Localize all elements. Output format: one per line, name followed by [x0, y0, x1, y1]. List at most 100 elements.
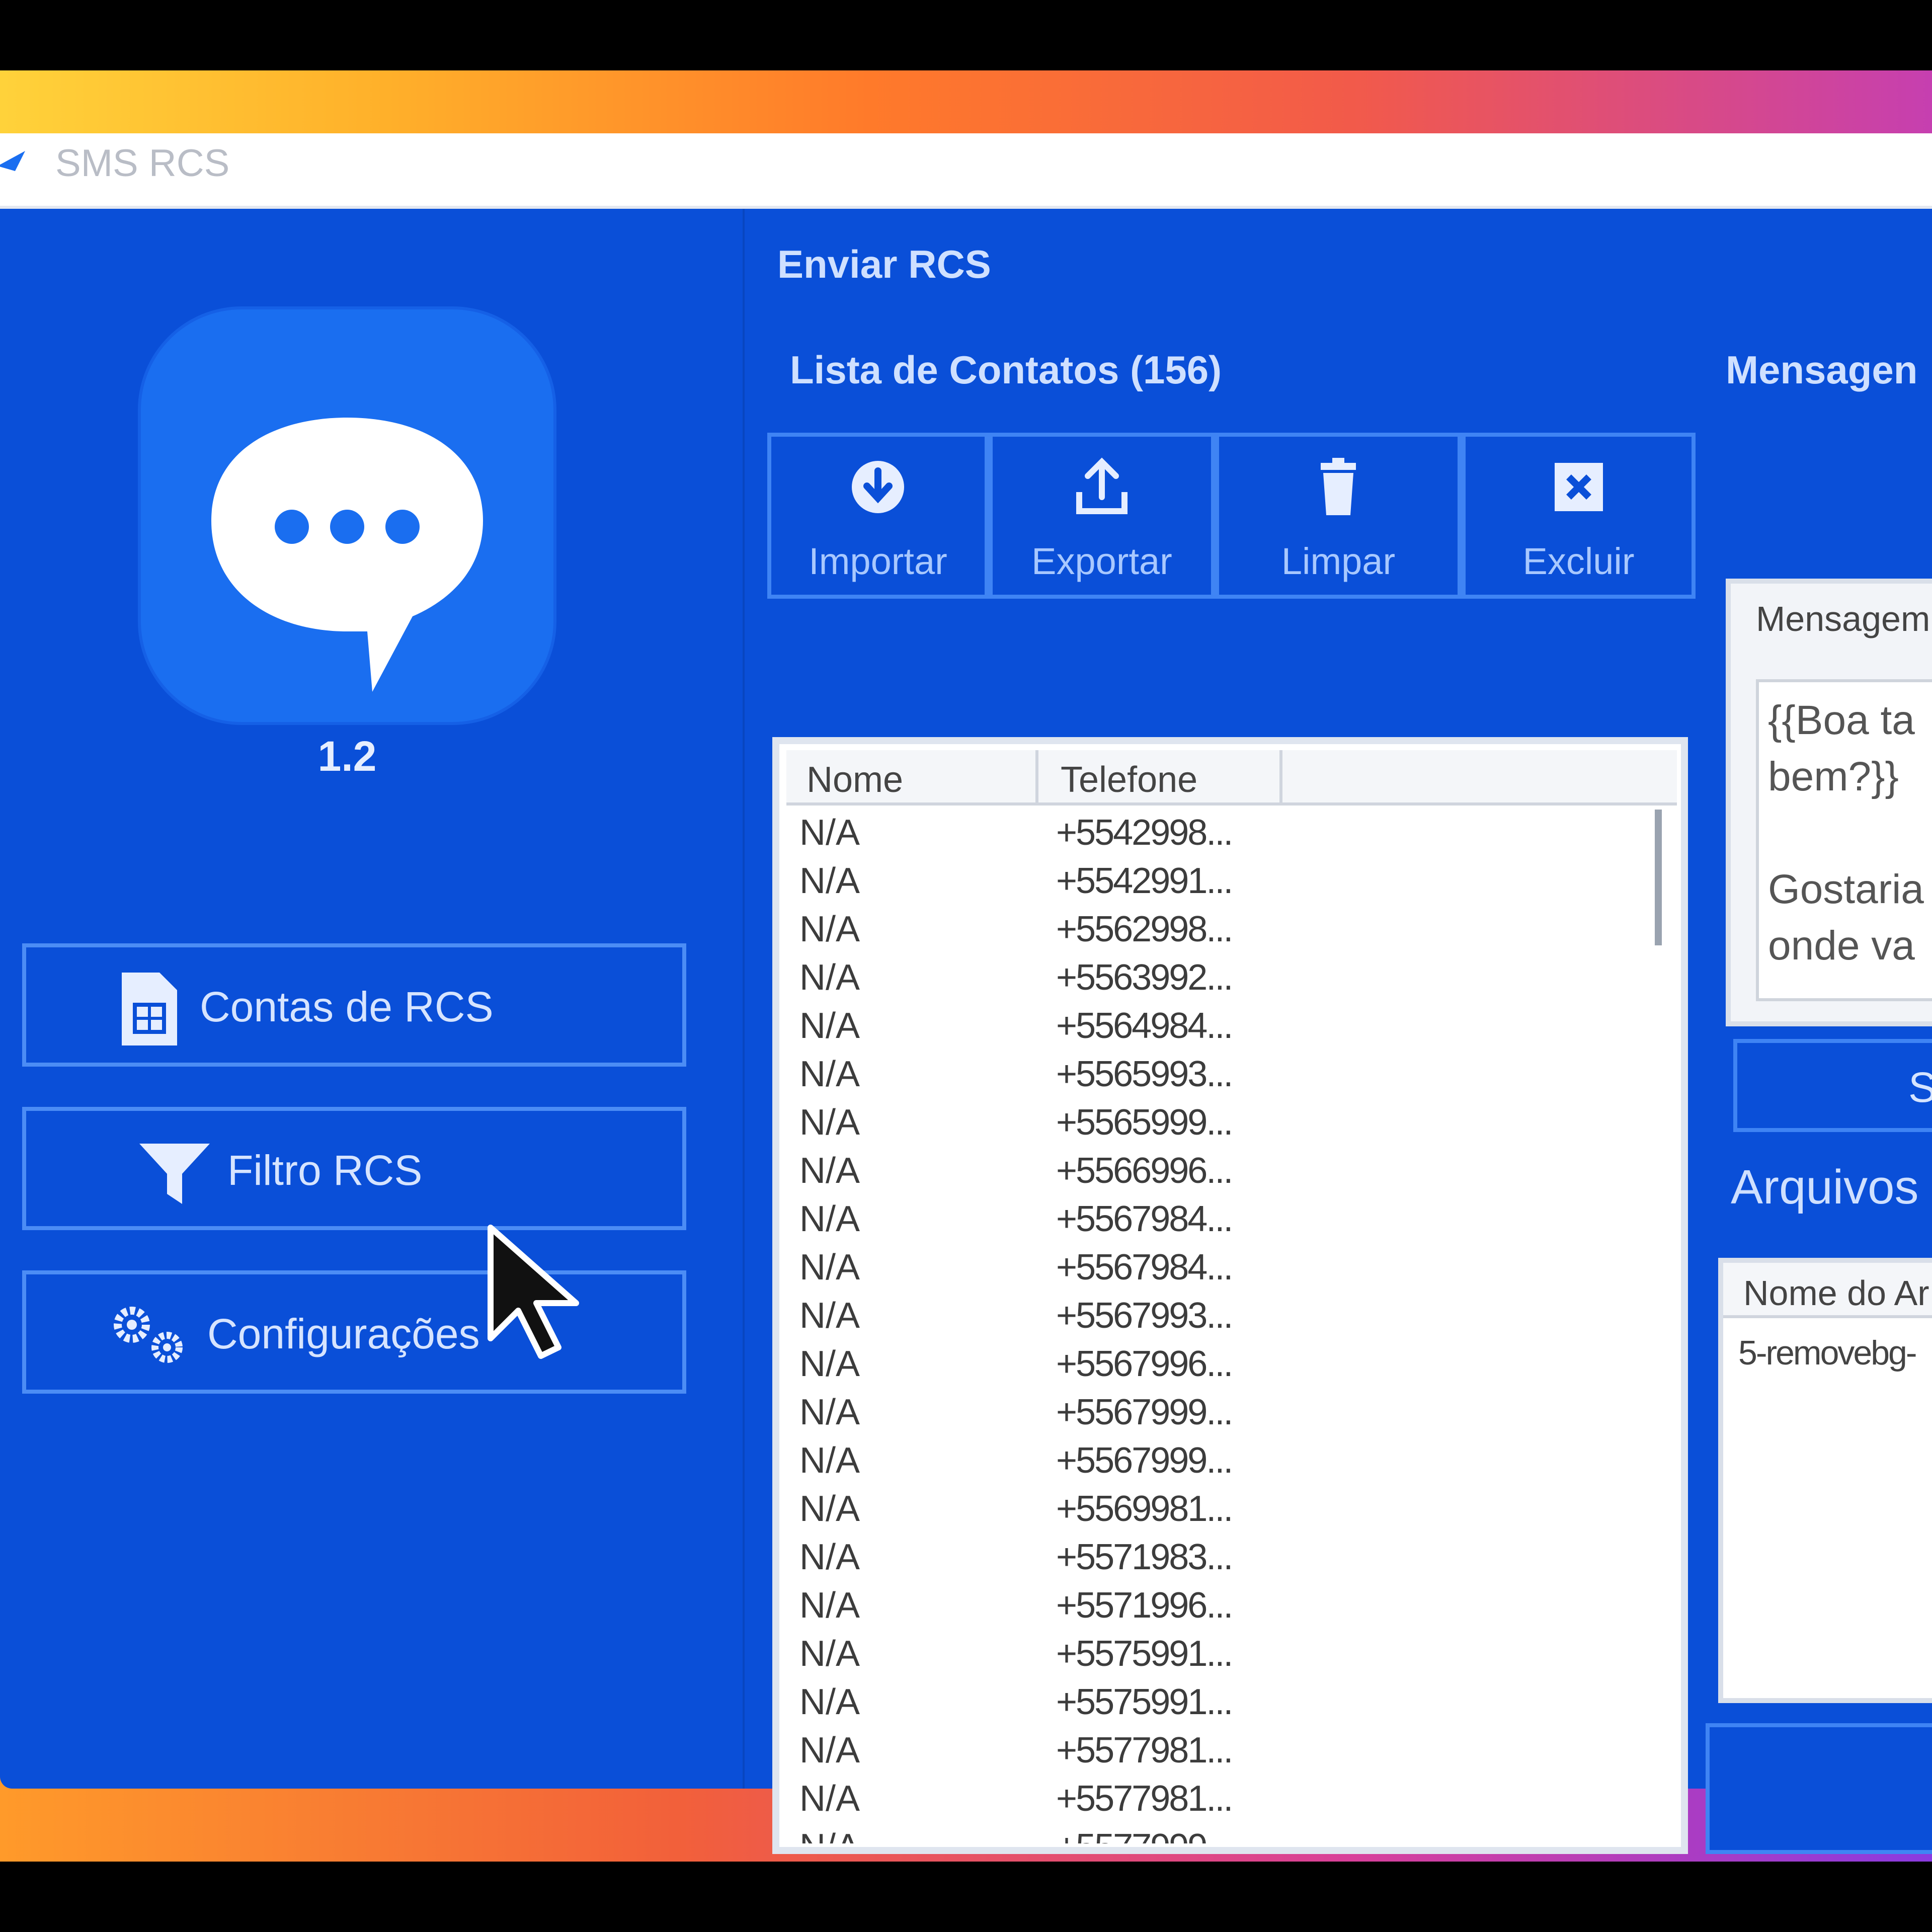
table-row[interactable]: N/A +5565999...	[779, 1102, 1635, 1150]
export-label: Exportar	[1031, 540, 1172, 582]
cell-nome: N/A	[799, 1730, 860, 1770]
cell-telefone: +5571996...	[1056, 1585, 1233, 1626]
mouse-pointer-icon	[488, 1225, 579, 1359]
cell-nome: N/A	[799, 1344, 860, 1384]
table-header: Nome Telefone	[786, 750, 1677, 806]
table-row[interactable]: N/A +5565993...	[779, 1054, 1635, 1102]
table-row[interactable]: N/A +5542998...	[779, 812, 1635, 860]
column-header-telefone[interactable]: Telefone	[1061, 759, 1197, 800]
table-row[interactable]: N/A +5575991...	[779, 1633, 1635, 1681]
app-window: SMS RCS 1.2 Contas de RCS Filtro RCS Con…	[0, 133, 1932, 1854]
clear-label: Limpar	[1281, 540, 1396, 582]
column-divider	[1035, 750, 1038, 806]
vertical-scrollbar[interactable]	[1655, 810, 1662, 945]
contacts-table[interactable]: Nome Telefone N/A +5542998... N/A +5542991…	[772, 737, 1688, 1854]
table-row[interactable]: N/A +5542991...	[779, 860, 1635, 909]
send-button[interactable]: S	[1733, 1039, 1932, 1132]
cell-telefone: +5571983...	[1056, 1537, 1233, 1577]
cell-telefone: +5577981...	[1056, 1730, 1233, 1770]
table-row[interactable]: N/A +5566996...	[779, 1150, 1635, 1198]
contacts-toolbar: Importar Exportar Limpar Excluir	[767, 433, 1696, 599]
cell-telefone: +5567996...	[1056, 1344, 1233, 1384]
cell-telefone: +5567993...	[1056, 1296, 1233, 1336]
cell-telefone: +5563992...	[1056, 957, 1233, 998]
message-group: Mensagem {{Boa ta bem?}} Gostaria onde v…	[1726, 579, 1932, 1026]
cell-nome: N/A	[799, 1779, 860, 1819]
contacts-title: Lista de Contatos (156)	[790, 348, 1222, 392]
table-row[interactable]: N/A +5567993...	[779, 1295, 1635, 1343]
upload-icon	[1076, 457, 1128, 514]
page-title: Enviar RCS	[777, 242, 991, 286]
cell-nome: N/A	[799, 813, 860, 853]
app-logo	[141, 309, 553, 722]
table-row[interactable]: N/A +5563992...	[779, 957, 1635, 1005]
cell-nome: N/A	[799, 1634, 860, 1674]
window-title: SMS RCS	[55, 142, 230, 185]
cell-telefone: +5569981...	[1056, 1489, 1233, 1529]
screen-frame: SMS RCS 1.2 Contas de RCS Filtro RCS Con…	[0, 0, 1932, 1932]
table-row[interactable]: N/A +5567999...	[779, 1440, 1635, 1488]
table-row[interactable]: N/A +5575991...	[779, 1681, 1635, 1730]
cell-nome: N/A	[799, 1296, 860, 1336]
download-circle-icon	[852, 461, 904, 513]
cell-nome: N/A	[799, 909, 860, 949]
close-box-icon	[1554, 463, 1603, 511]
files-title: Arquivos	[1731, 1160, 1919, 1214]
cell-telefone: +5577981...	[1056, 1779, 1233, 1819]
import-label: Importar	[809, 540, 947, 582]
table-row[interactable]: N/A +5562998...	[779, 909, 1635, 957]
cell-telefone: +5542998...	[1056, 813, 1233, 853]
cell-nome: N/A	[799, 1054, 860, 1094]
table-row[interactable]: N/A +5571983...	[779, 1537, 1635, 1585]
table-row[interactable]: N/A +5567996...	[779, 1343, 1635, 1392]
delete-button[interactable]: Excluir	[1462, 433, 1696, 599]
message-textarea[interactable]: {{Boa ta bem?}} Gostaria onde va	[1756, 679, 1932, 1001]
cell-nome: N/A	[799, 957, 860, 998]
cell-telefone: +5564984...	[1056, 1006, 1233, 1046]
files-table-header: Nome do Ar	[1723, 1263, 1932, 1318]
sidebar: 1.2 Contas de RCS Filtro RCS Configuraçõ…	[0, 209, 745, 1789]
app-version: 1.2	[317, 733, 377, 780]
cell-telefone: +5575991...	[1056, 1634, 1233, 1674]
cell-telefone: +5542991...	[1056, 861, 1233, 901]
table-row[interactable]: N/A +5567984...	[779, 1198, 1635, 1247]
cell-nome: N/A	[799, 1537, 860, 1577]
sidebar-item-contas-rcs[interactable]: Contas de RCS	[22, 943, 686, 1067]
table-row[interactable]: N/A +5567984...	[779, 1247, 1635, 1295]
files-table[interactable]: Nome do Ar 5-removebg-	[1718, 1258, 1932, 1703]
clear-button[interactable]: Limpar	[1215, 433, 1462, 599]
cell-telefone: +5566996...	[1056, 1151, 1233, 1191]
bottom-right-button[interactable]	[1706, 1723, 1932, 1854]
import-button[interactable]: Importar	[767, 433, 989, 599]
table-row[interactable]: N/A +5564984...	[779, 1005, 1635, 1054]
table-row[interactable]: N/A +5577999...	[779, 1826, 1635, 1843]
cell-telefone: +5567984...	[1056, 1199, 1233, 1239]
file-row[interactable]: 5-removebg-	[1738, 1333, 1917, 1373]
table-row[interactable]: N/A +5577981...	[779, 1778, 1635, 1826]
cell-nome: N/A	[799, 1826, 860, 1843]
cell-telefone: +5565993...	[1056, 1054, 1233, 1094]
trash-icon	[1321, 458, 1356, 515]
column-header-nome[interactable]: Nome	[807, 759, 903, 800]
cell-nome: N/A	[799, 1006, 860, 1046]
table-body: N/A +5542998... N/A +5542991... N/A +556299…	[779, 812, 1665, 1843]
column-divider	[1279, 750, 1282, 806]
column-header-file-name[interactable]: Nome do Ar	[1743, 1273, 1929, 1313]
send-button-label: S	[1908, 1064, 1932, 1111]
table-row[interactable]: N/A +5567999...	[779, 1392, 1635, 1440]
sidebar-item-label: Configurações	[207, 1310, 480, 1357]
sidebar-item-filtro-rcs[interactable]: Filtro RCS	[22, 1107, 686, 1230]
cell-nome: N/A	[799, 1585, 860, 1626]
message-label: Mensagem	[1756, 599, 1930, 638]
table-row[interactable]: N/A +5569981...	[779, 1488, 1635, 1537]
sim-card-icon	[122, 973, 177, 1045]
table-row[interactable]: N/A +5571996...	[779, 1585, 1635, 1633]
filter-icon	[139, 1144, 210, 1204]
cell-telefone: +5575991...	[1056, 1682, 1233, 1722]
app-title-icon	[0, 151, 25, 171]
cell-telefone: +5577999...	[1056, 1826, 1233, 1843]
cell-nome: N/A	[799, 1440, 860, 1481]
table-row[interactable]: N/A +5577981...	[779, 1730, 1635, 1778]
gradient-border-top	[0, 70, 1932, 136]
export-button[interactable]: Exportar	[989, 433, 1215, 599]
